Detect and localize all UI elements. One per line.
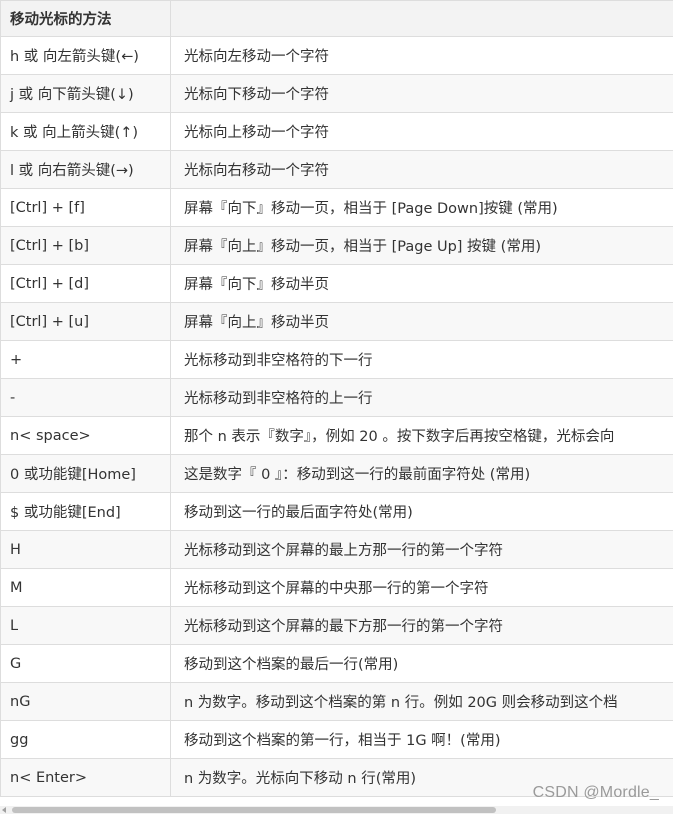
desc-cell: 移动到这个档案的第一行，相当于 1G 啊！(常用) <box>184 733 501 749</box>
key-cell: M <box>0 569 171 606</box>
desc-cell: 光标移动到这个屏幕的中央那一行的第一个字符 <box>184 581 489 597</box>
desc-cell: 屏幕『向下』移动半页 <box>184 277 329 293</box>
key-cell: j 或 向下箭头键(↓) <box>0 75 171 112</box>
key-cell: $ 或功能键[End] <box>0 493 171 530</box>
table-row: H 光标移动到这个屏幕的最上方那一行的第一个字符 <box>0 531 673 569</box>
desc-cell: 光标移动到非空格符的上一行 <box>184 391 373 407</box>
table-row: $ 或功能键[End] 移动到这一行的最后面字符处(常用) <box>0 493 673 531</box>
desc-cell: 移动到这一行的最后面字符处(常用) <box>184 505 413 521</box>
table-row: L 光标移动到这个屏幕的最下方那一行的第一个字符 <box>0 607 673 645</box>
table-row: h 或 向左箭头键(←) 光标向左移动一个字符 <box>0 37 673 75</box>
table-row: + 光标移动到非空格符的下一行 <box>0 341 673 379</box>
table-row: l 或 向右箭头键(→) 光标向右移动一个字符 <box>0 151 673 189</box>
table-row: j 或 向下箭头键(↓) 光标向下移动一个字符 <box>0 75 673 113</box>
key-cell: L <box>0 607 171 644</box>
key-cell: - <box>0 379 171 416</box>
key-cell: [Ctrl] + [d] <box>0 265 171 302</box>
desc-cell: 屏幕『向上』移动一页，相当于 [Page Up] 按键 (常用) <box>184 239 541 255</box>
desc-cell: 光标移动到非空格符的下一行 <box>184 353 373 369</box>
table-row: k 或 向上箭头键(↑) 光标向上移动一个字符 <box>0 113 673 151</box>
key-cell: + <box>0 341 171 378</box>
table-row: G 移动到这个档案的最后一行(常用) <box>0 645 673 683</box>
key-cell: [Ctrl] + [u] <box>0 303 171 340</box>
table-row: [Ctrl] + [b] 屏幕『向上』移动一页，相当于 [Page Up] 按键 … <box>0 227 673 265</box>
table-row: - 光标移动到非空格符的上一行 <box>0 379 673 417</box>
horizontal-scrollbar[interactable] <box>0 806 673 814</box>
key-cell: l 或 向右箭头键(→) <box>0 151 171 188</box>
key-cell: [Ctrl] + [f] <box>0 189 171 226</box>
key-cell: G <box>0 645 171 682</box>
key-cell: nG <box>0 683 171 720</box>
desc-cell: 光标向左移动一个字符 <box>184 49 329 65</box>
key-cell: [Ctrl] + [b] <box>0 227 171 264</box>
desc-cell: 屏幕『向上』移动半页 <box>184 315 329 331</box>
desc-cell: n 为数字。移动到这个档案的第 n 行。例如 20G 则会移动到这个档 <box>184 695 618 711</box>
desc-cell: 光标向上移动一个字符 <box>184 125 329 141</box>
table-body: h 或 向左箭头键(←) 光标向左移动一个字符 j 或 向下箭头键(↓) 光标向下移动… <box>0 37 673 797</box>
desc-cell: 光标向右移动一个字符 <box>184 163 329 179</box>
key-cell: h 或 向左箭头键(←) <box>0 37 171 74</box>
desc-cell: 那个 n 表示『数字』，例如 20 。按下数字后再按空格键，光标会向 <box>184 429 615 445</box>
scroll-left-arrow-icon[interactable] <box>2 807 6 813</box>
scrollbar-thumb[interactable] <box>12 807 496 813</box>
desc-cell: 这是数字『 0 』：移动到这一行的最前面字符处 (常用) <box>184 467 531 483</box>
vim-cursor-movement-table: 移动光标的方法 h 或 向左箭头键(←) 光标向左移动一个字符 j 或 向下箭头键(… <box>0 0 673 797</box>
table-row: [Ctrl] + [f] 屏幕『向下』移动一页，相当于 [Page Down]按键… <box>0 189 673 227</box>
table-header-row: 移动光标的方法 <box>0 1 673 37</box>
desc-cell: 光标移动到这个屏幕的最下方那一行的第一个字符 <box>184 619 503 635</box>
key-cell: gg <box>0 721 171 758</box>
key-cell: 0 或功能键[Home] <box>0 455 171 492</box>
key-cell: k 或 向上箭头键(↑) <box>0 113 171 150</box>
table-row: nG n 为数字。移动到这个档案的第 n 行。例如 20G 则会移动到这个档 <box>0 683 673 721</box>
key-cell: H <box>0 531 171 568</box>
key-cell: n< space> <box>0 417 171 454</box>
table-row: 0 或功能键[Home] 这是数字『 0 』：移动到这一行的最前面字符处 (常用) <box>0 455 673 493</box>
csdn-watermark: CSDN @Mordle_ <box>532 784 659 801</box>
table-row: gg 移动到这个档案的第一行，相当于 1G 啊！(常用) <box>0 721 673 759</box>
desc-cell: 移动到这个档案的最后一行(常用) <box>184 657 399 673</box>
table-row: [Ctrl] + [d] 屏幕『向下』移动半页 <box>0 265 673 303</box>
table-row: n< space> 那个 n 表示『数字』，例如 20 。按下数字后再按空格键，光… <box>0 417 673 455</box>
table-row: [Ctrl] + [u] 屏幕『向上』移动半页 <box>0 303 673 341</box>
header-desc-cell <box>171 1 673 36</box>
key-cell: n< Enter> <box>0 759 171 796</box>
desc-cell: 光标移动到这个屏幕的最上方那一行的第一个字符 <box>184 543 503 559</box>
desc-cell: 光标向下移动一个字符 <box>184 87 329 103</box>
desc-cell: 屏幕『向下』移动一页，相当于 [Page Down]按键 (常用) <box>184 201 558 217</box>
table-row: M 光标移动到这个屏幕的中央那一行的第一个字符 <box>0 569 673 607</box>
header-key-cell: 移动光标的方法 <box>0 1 171 36</box>
